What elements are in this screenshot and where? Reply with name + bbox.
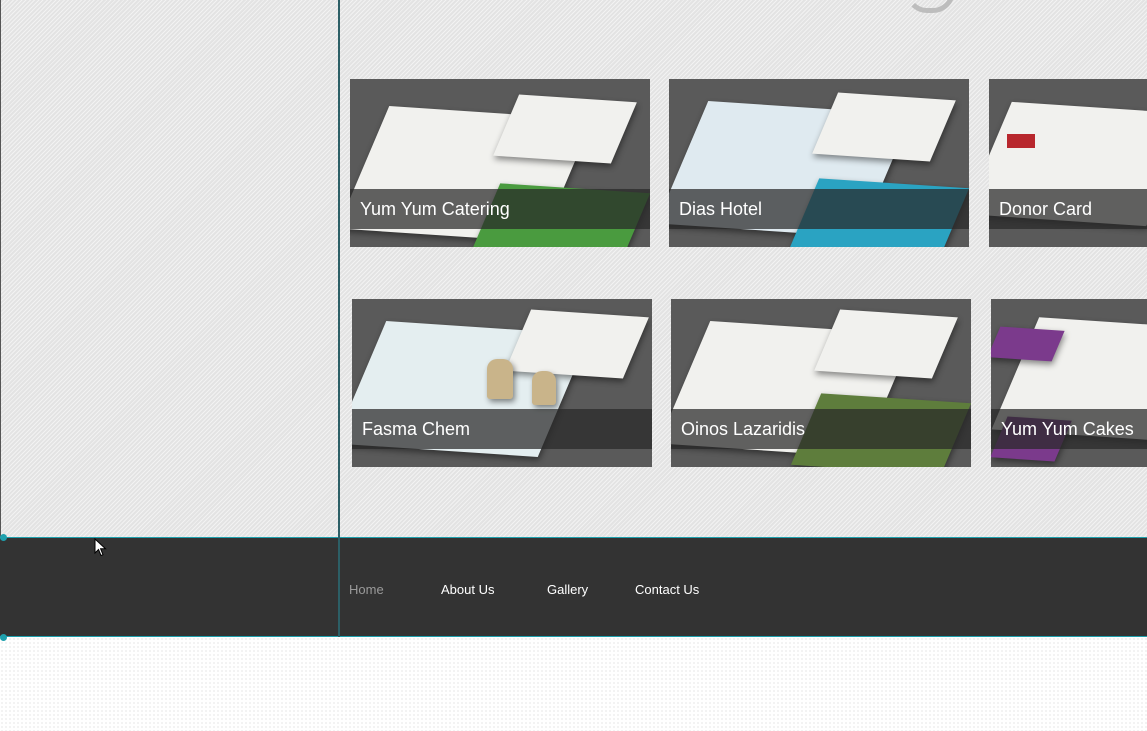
gallery-tile-yum-yum-catering[interactable]: Yum Yum Catering (350, 79, 650, 247)
gallery-tile-oinos-lazaridis[interactable]: Oinos Lazaridis (671, 299, 971, 467)
nav-item-gallery[interactable]: Gallery (547, 582, 588, 597)
resize-handle-top[interactable] (0, 534, 7, 541)
business-card-mockup (493, 94, 637, 164)
tile-caption: Fasma Chem (352, 409, 652, 449)
heading-glyph-fragment (905, 0, 955, 13)
business-card-mockup (812, 92, 956, 162)
tile-caption: Donor Card (989, 189, 1147, 229)
logo-mark (1007, 134, 1035, 148)
nav-item-about-us[interactable]: About Us (441, 582, 494, 597)
nav-item-home[interactable]: Home (349, 582, 384, 597)
resize-handle-bottom[interactable] (0, 634, 7, 641)
business-card-mockup (814, 309, 958, 379)
gallery-tile-donor-card[interactable]: Donor Card (989, 79, 1147, 247)
tile-caption: Oinos Lazaridis (671, 409, 971, 449)
content-canvas: Yum Yum Catering Dias Hotel Donor Card F… (0, 0, 1147, 537)
gallery-tile-dias-hotel[interactable]: Dias Hotel (669, 79, 969, 247)
page-left-border (0, 0, 1, 537)
tile-caption: Dias Hotel (669, 189, 969, 229)
tile-caption: Yum Yum Catering (350, 189, 650, 229)
empty-dotted-canvas (0, 637, 1147, 731)
nav-item-contact-us[interactable]: Contact Us (635, 582, 699, 597)
stamp-mockup (532, 371, 556, 405)
logo-mark (991, 326, 1065, 362)
gallery-tile-yum-yum-cakes[interactable]: Yum Yum Cakes (991, 299, 1147, 467)
stamp-mockup (487, 359, 513, 399)
gallery-tile-fasma-chem[interactable]: Fasma Chem (352, 299, 652, 467)
business-card-mockup (505, 309, 649, 379)
mouse-pointer-icon (94, 538, 107, 557)
tile-caption: Yum Yum Cakes (991, 409, 1147, 449)
navigation-bar: Home About Us Gallery Contact Us (0, 537, 1147, 637)
layout-guide-line (338, 0, 340, 637)
